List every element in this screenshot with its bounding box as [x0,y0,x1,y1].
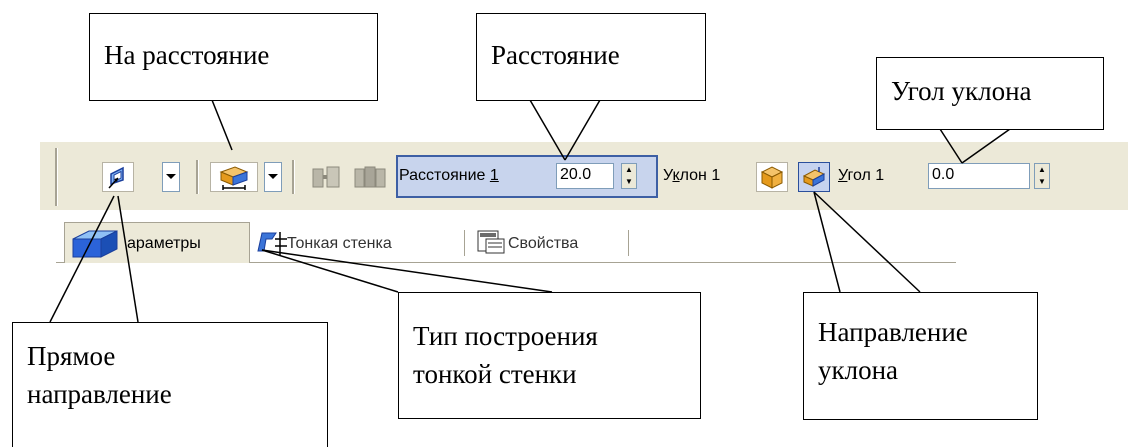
callout-pryamoe-napravlenie: Прямое направление [12,322,328,447]
callout-na-rasstoyanie: На расстояние [89,13,378,101]
callout-napravlenie-uklona: Направление уклона [803,292,1038,420]
callout-tip-postroeniya: Тип построения тонкой стенки [398,292,701,419]
callout-ugol-uklona: Угол уклона [876,57,1104,130]
callout-rasstoyanie: Расстояние [476,13,706,101]
